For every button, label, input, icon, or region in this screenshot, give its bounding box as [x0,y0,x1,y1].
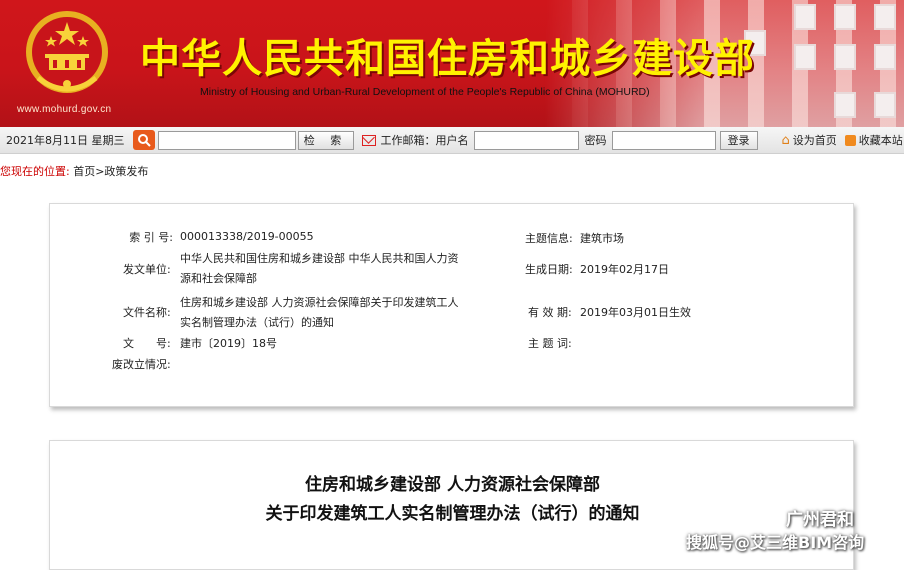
doc-name-label: 文件名称: [123,306,171,319]
username-label: 用户名 [435,134,469,147]
work-mail-label: 工作邮箱： [380,134,436,147]
breadcrumb-label: 您现在的位置: [0,165,70,178]
national-emblem-icon [26,11,108,93]
search-button[interactable]: 检 索 [297,130,354,150]
index-no-label: 索 引 号: [129,231,173,244]
issuer-label: 发文单位: [123,263,171,276]
current-date: 2021年8月11日 星期三 [6,134,125,147]
favorite-icon [844,134,856,146]
breadcrumb: 您现在的位置: 首页>政策发布 [0,163,148,179]
site-banner: www.mohurd.gov.cn 中华人民共和国住房和城乡建设部 Minist… [0,0,904,127]
document-info-panel: 索 引 号: 000013338/2019-00055 发文单位: 中华人民共和… [49,203,854,407]
doc-name-line-1: 住房和城乡建设部 人力资源社会保障部关于印发建筑工人 [180,296,459,309]
watermark-sohu: 搜狐号@艾三维BIM咨询 [686,533,865,552]
top-toolbar: 2021年8月11日 星期三 检 索 工作邮箱： 用户名 密码 登录 ⌂ 设为首… [0,127,904,154]
doc-name-line-2: 实名制管理办法（试行）的通知 [180,316,334,329]
generated-date-value: 2019年02月17日 [580,263,669,276]
validity-label: 有 效 期: [528,306,572,319]
issuer-line-1: 中华人民共和国住房和城乡建设部 中华人民共和国人力资 [180,252,459,265]
breadcrumb-path[interactable]: 首页>政策发布 [73,165,148,178]
status-label: 废改立情况: [112,358,171,371]
site-url: www.mohurd.gov.cn [17,104,112,115]
doc-number-value: 建市〔2019〕18号 [180,337,277,350]
add-favorite-link[interactable]: 收藏本站 [859,132,903,148]
set-homepage-link[interactable]: 设为首页 [793,132,837,148]
index-no-value: 000013338/2019-00055 [180,230,314,243]
home-icon: ⌂ [781,132,790,148]
doc-number-label: 文 号: [123,337,171,350]
document-title-line-1: 住房和城乡建设部 人力资源社会保障部 [305,475,600,495]
document-title-line-2: 关于印发建筑工人实名制管理办法（试行）的通知 [265,504,640,524]
site-title-cn: 中华人民共和国住房和城乡建设部 [140,35,755,82]
generated-date-label: 生成日期: [525,263,573,276]
issuer-line-2: 源和社会保障部 [180,272,257,285]
wechat-logo-icon [754,506,778,525]
topic-value: 建筑市场 [580,232,624,245]
mail-icon [361,134,376,146]
password-input[interactable] [611,130,716,150]
search-input[interactable] [157,130,296,150]
site-title-en: Ministry of Housing and Urban-Rural Deve… [200,86,650,98]
username-input[interactable] [473,130,579,150]
watermark-brand: 广州君和 [786,510,854,530]
password-label: 密码 [584,134,607,147]
magnifier-icon[interactable] [132,130,155,150]
validity-value: 2019年03月01日生效 [580,306,691,319]
login-button[interactable]: 登录 [719,130,758,150]
topic-label: 主题信息: [525,232,573,245]
subject-label: 主 题 词: [528,337,572,350]
